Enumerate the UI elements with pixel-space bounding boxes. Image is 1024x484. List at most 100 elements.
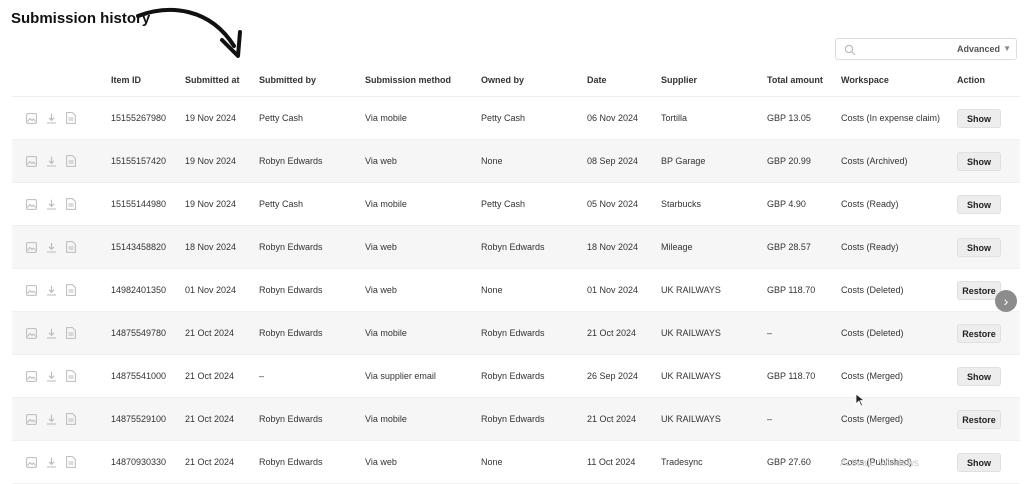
restore-button[interactable]: Restore [957,323,1001,343]
cell-submitted-by: Petty Cash [259,182,365,226]
document-icon[interactable] [66,112,76,124]
header-item-id[interactable]: Item ID [111,64,185,97]
document-icon[interactable] [66,370,76,382]
chevron-down-icon[interactable]: ▼ [1003,44,1011,53]
image-icon[interactable] [26,284,37,296]
image-icon[interactable] [26,327,37,339]
cell-date: 01 Nov 2024 [587,268,661,312]
image-icon[interactable] [26,456,37,468]
restore-button[interactable]: Restore [957,280,1001,300]
annotation-arrow-icon [136,8,242,58]
row-icons [12,139,111,183]
cell-date: 26 Sep 2024 [587,354,661,398]
cell-date: 05 Nov 2024 [587,182,661,226]
document-icon[interactable] [66,284,76,296]
show-button[interactable]: Show [957,151,1001,171]
header-submission-method[interactable]: Submission method [365,64,481,97]
image-icon[interactable] [26,112,37,124]
table-row[interactable]: 14875541000 21 Oct 2024– Via supplier emai… [12,354,1020,398]
cell-item-id: 14870930330 [111,440,185,484]
cell-workspace: Costs (Ready) [841,182,957,226]
header-owned-by[interactable]: Owned by [481,64,587,97]
row-icons [12,440,111,484]
document-icon[interactable] [66,241,76,253]
search-input[interactable] [860,41,964,59]
table-row[interactable]: 14982401350 01 Nov 2024 Robyn Edwards Via w… [12,268,1020,312]
table-row[interactable]: 14875549780 21 Oct 2024 Robyn Edwards Via m… [12,311,1020,355]
show-button[interactable]: Show [957,366,1001,386]
cell-item-id: 15143458820 [111,225,185,269]
image-icon[interactable] [26,198,37,210]
document-icon[interactable] [66,456,76,468]
cell-submission-method: Via web [365,225,481,269]
cell-date: 18 Nov 2024 [587,225,661,269]
download-icon[interactable] [46,457,57,468]
cell-submitted-at: 19 Nov 2024 [185,139,259,183]
cell-owned-by: None [481,139,587,183]
header-total-amount[interactable]: Total amount [767,64,841,97]
show-button[interactable]: Show [957,237,1001,257]
restore-button[interactable]: Restore [957,409,1001,429]
image-icon[interactable] [26,241,37,253]
table-row[interactable]: 15155157420 19 Nov 2024 Robyn Edwards Via w… [12,139,1020,183]
image-icon[interactable] [26,370,37,382]
cell-submitted-at: 01 Nov 2024 [185,268,259,312]
cell-action: Restore [957,311,1020,355]
image-icon[interactable] [26,155,37,167]
download-icon[interactable] [46,242,57,253]
cell-date: 21 Oct 2024 [587,311,661,355]
download-icon[interactable] [46,156,57,167]
header-submitted-by[interactable]: Submitted by [259,64,365,97]
cell-owned-by: Petty Cash [481,182,587,226]
cell-date: 21 Oct 2024 [587,397,661,441]
cell-total-amount: GBP 4.90 [767,182,841,226]
cell-total-amount: GBP 13.05 [767,96,841,140]
cell-submitted-at: 21 Oct 2024 [185,397,259,441]
table-row[interactable]: 14875529100 21 Oct 2024 Robyn Edwards Via m… [12,397,1020,441]
cell-total-amount: GBP 27.60 [767,440,841,484]
cell-supplier: UK RAILWAYS [661,311,767,355]
show-button[interactable]: Show [957,452,1001,472]
cell-supplier: Mileage [661,225,767,269]
download-icon[interactable] [46,199,57,210]
cell-submission-method: Via mobile [365,397,481,441]
download-icon[interactable] [46,285,57,296]
table-row[interactable]: 15155267980 19 Nov 2024 Petty Cash Via mobi… [12,96,1020,140]
cell-supplier: Tortilla [661,96,767,140]
table-row[interactable]: 15143458820 18 Nov 2024 Robyn Edwards Via w… [12,225,1020,269]
cell-owned-by: Robyn Edwards [481,311,587,355]
cell-supplier: UK RAILWAYS [661,268,767,312]
document-icon[interactable] [66,327,76,339]
download-icon[interactable] [46,414,57,425]
show-button[interactable]: Show [957,194,1001,214]
cell-action: Show [957,440,1020,484]
table-row[interactable]: 15155144980 19 Nov 2024 Petty Cash Via mobi… [12,182,1020,226]
header-supplier[interactable]: Supplier [661,64,767,97]
row-icons [12,354,111,398]
cell-owned-by: Robyn Edwards [481,397,587,441]
cell-submission-method: Via mobile [365,311,481,355]
search-box[interactable]: Advanced ▼ [835,38,1017,60]
download-icon[interactable] [46,371,57,382]
document-icon[interactable] [66,155,76,167]
header-date[interactable]: Date [587,64,661,97]
document-icon[interactable] [66,413,76,425]
cell-workspace: Costs (Merged) [841,354,957,398]
cell-workspace: Costs (Deleted) [841,311,957,355]
arrow-right-icon[interactable]: › [995,290,1017,312]
image-icon[interactable] [26,413,37,425]
cell-owned-by: Robyn Edwards [481,354,587,398]
download-icon[interactable] [46,113,57,124]
document-icon[interactable] [66,198,76,210]
header-workspace[interactable]: Workspace [841,64,957,97]
search-icon [844,43,856,61]
cell-owned-by: Robyn Edwards [481,225,587,269]
header-submitted-at[interactable]: Submitted at [185,64,259,97]
cell-item-id: 14875541000 [111,354,185,398]
download-icon[interactable] [46,328,57,339]
advanced-filter-label[interactable]: Advanced [957,44,1000,54]
cell-total-amount: – [767,397,841,441]
cell-supplier: UK RAILWAYS [661,397,767,441]
show-button[interactable]: Show [957,108,1001,128]
mouse-cursor-icon [855,393,865,407]
